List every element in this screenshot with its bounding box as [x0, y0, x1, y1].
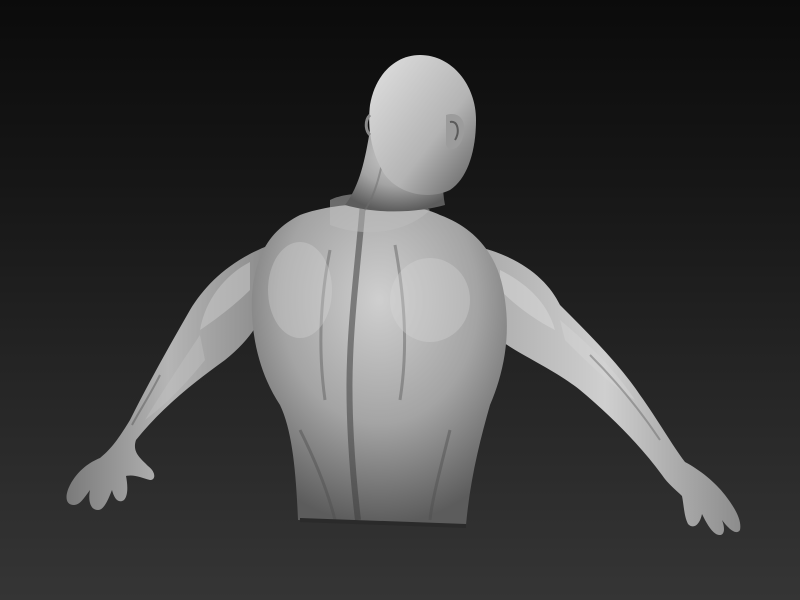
- right-arm: [470, 245, 741, 536]
- sculpt-viewport[interactable]: [0, 0, 800, 600]
- left-arm: [66, 245, 270, 510]
- sculpt-canvas: [66, 55, 741, 536]
- torso-back: [251, 174, 507, 528]
